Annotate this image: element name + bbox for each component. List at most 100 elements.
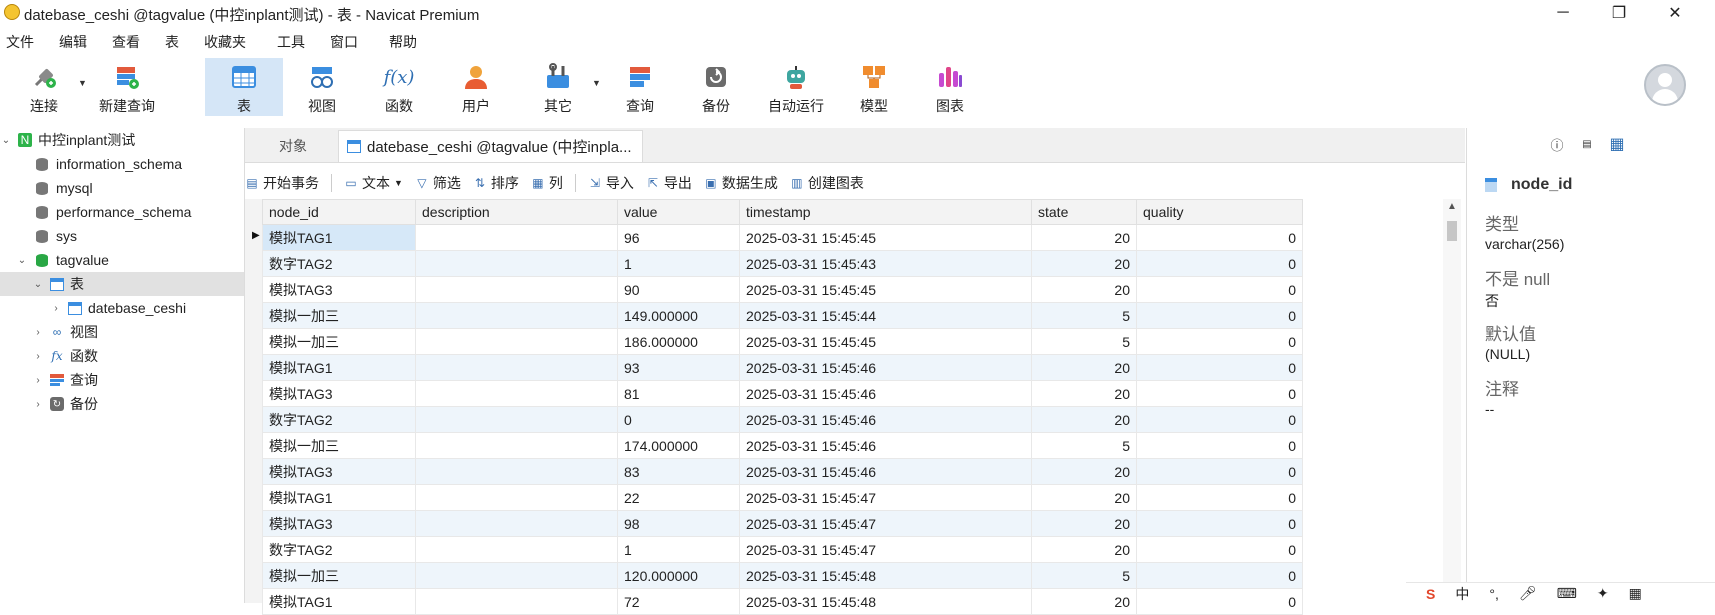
cell-node-id[interactable]: 模拟TAG1 xyxy=(262,224,416,251)
table-row[interactable]: 模拟一加三 120.000000 2025-03-31 15:45:48 5 0 xyxy=(262,562,1303,589)
cell-state[interactable]: 20 xyxy=(1031,276,1137,303)
cell-value[interactable]: 174.000000 xyxy=(617,432,740,459)
collapse-arrow-icon[interactable]: ⌄ xyxy=(32,279,44,290)
cell-state[interactable]: 5 xyxy=(1031,328,1137,355)
cell-description[interactable] xyxy=(415,406,618,433)
expand-arrow-icon[interactable]: › xyxy=(32,375,44,386)
cell-quality[interactable]: 0 xyxy=(1136,302,1303,329)
menu-file[interactable]: 文件 xyxy=(0,30,47,54)
query-button[interactable]: 查询 xyxy=(604,58,676,116)
cell-state[interactable]: 20 xyxy=(1031,354,1137,381)
tab-objects[interactable]: 对象 xyxy=(248,130,338,162)
sort-button[interactable]: ⇅ 排序 xyxy=(473,173,519,193)
cell-quality[interactable]: 0 xyxy=(1136,250,1303,277)
cell-description[interactable] xyxy=(415,536,618,563)
tree-queries[interactable]: › 查询 xyxy=(0,368,244,392)
connect-dropdown-icon[interactable]: ▼ xyxy=(78,78,87,88)
automation-button[interactable]: 自动运行 xyxy=(756,58,836,116)
create-chart-button[interactable]: ▥ 创建图表 xyxy=(790,173,864,193)
other-button[interactable]: 其它 xyxy=(522,58,594,116)
columns-button[interactable]: ▦ 列 xyxy=(531,173,563,193)
menu-table[interactable]: 表 xyxy=(153,30,192,54)
cell-value[interactable]: 186.000000 xyxy=(617,328,740,355)
cell-timestamp[interactable]: 2025-03-31 15:45:46 xyxy=(739,380,1032,407)
cell-node-id[interactable]: 模拟TAG1 xyxy=(262,354,416,381)
ime-mode-label[interactable]: 中 xyxy=(1455,584,1469,604)
menu-view[interactable]: 查看 xyxy=(100,30,153,54)
cell-timestamp[interactable]: 2025-03-31 15:45:47 xyxy=(739,536,1032,563)
import-button[interactable]: ⇲ 导入 xyxy=(588,173,634,193)
cell-value[interactable]: 120.000000 xyxy=(617,562,740,589)
data-generation-button[interactable]: ▣ 数据生成 xyxy=(704,173,778,193)
cell-node-id[interactable]: 模拟一加三 xyxy=(262,562,416,589)
table-row[interactable]: 模拟TAG1 96 2025-03-31 15:45:45 20 0 xyxy=(262,224,1303,251)
begin-transaction-button[interactable]: ▤ 开始事务 xyxy=(245,173,319,193)
tree-backups[interactable]: › ↻ 备份 xyxy=(0,392,244,416)
menu-favorites[interactable]: 收藏夹 xyxy=(192,30,259,54)
cell-value[interactable]: 90 xyxy=(617,276,740,303)
cell-quality[interactable]: 0 xyxy=(1136,562,1303,589)
table-row[interactable]: 模拟TAG3 83 2025-03-31 15:45:46 20 0 xyxy=(262,458,1303,485)
cell-description[interactable] xyxy=(415,484,618,511)
cell-description[interactable] xyxy=(415,224,618,251)
tree-table-datebase-ceshi[interactable]: › datebase_ceshi xyxy=(0,296,244,320)
connect-button[interactable]: 连接 xyxy=(8,58,80,116)
cell-timestamp[interactable]: 2025-03-31 15:45:44 xyxy=(739,302,1032,329)
skin-icon[interactable]: ✦ xyxy=(1597,585,1609,602)
cell-timestamp[interactable]: 2025-03-31 15:45:48 xyxy=(739,588,1032,615)
cell-description[interactable] xyxy=(415,380,618,407)
cell-description[interactable] xyxy=(415,354,618,381)
user-avatar[interactable] xyxy=(1644,64,1686,106)
cell-node-id[interactable]: 模拟一加三 xyxy=(262,328,416,355)
cell-state[interactable]: 20 xyxy=(1031,250,1137,277)
function-button[interactable]: f(x) 函数 xyxy=(363,58,435,116)
keyboard-icon[interactable]: ⌨ xyxy=(1557,585,1577,602)
cell-timestamp[interactable]: 2025-03-31 15:45:47 xyxy=(739,510,1032,537)
cell-quality[interactable]: 0 xyxy=(1136,354,1303,381)
menu-help[interactable]: 帮助 xyxy=(371,30,430,54)
menu-tools[interactable]: 工具 xyxy=(259,30,318,54)
punctuation-mode-label[interactable]: °, xyxy=(1489,586,1499,602)
table-row[interactable]: 模拟TAG3 90 2025-03-31 15:45:45 20 0 xyxy=(262,276,1303,303)
column-header-state[interactable]: state xyxy=(1031,199,1137,225)
table-row[interactable]: 数字TAG2 1 2025-03-31 15:45:47 20 0 xyxy=(262,536,1303,563)
tree-functions[interactable]: › fx 函数 xyxy=(0,344,244,368)
cell-quality[interactable]: 0 xyxy=(1136,510,1303,537)
menu-window[interactable]: 窗口 xyxy=(318,30,371,54)
cell-state[interactable]: 20 xyxy=(1031,484,1137,511)
cell-description[interactable] xyxy=(415,250,618,277)
cell-state[interactable]: 20 xyxy=(1031,588,1137,615)
tree-tables-group[interactable]: ⌄ 表 xyxy=(0,272,244,296)
cell-value[interactable]: 72 xyxy=(617,588,740,615)
cell-node-id[interactable]: 模拟TAG3 xyxy=(262,510,416,537)
cell-timestamp[interactable]: 2025-03-31 15:45:45 xyxy=(739,224,1032,251)
cell-description[interactable] xyxy=(415,510,618,537)
cell-timestamp[interactable]: 2025-03-31 15:45:45 xyxy=(739,276,1032,303)
table-row[interactable]: 模拟一加三 149.000000 2025-03-31 15:45:44 5 0 xyxy=(262,302,1303,329)
cell-quality[interactable]: 0 xyxy=(1136,484,1303,511)
cell-quality[interactable]: 0 xyxy=(1136,536,1303,563)
cell-node-id[interactable]: 模拟TAG1 xyxy=(262,484,416,511)
chart-button[interactable]: 图表 xyxy=(914,58,986,116)
cell-node-id[interactable]: 数字TAG2 xyxy=(262,536,416,563)
cell-quality[interactable]: 0 xyxy=(1136,328,1303,355)
cell-value[interactable]: 1 xyxy=(617,250,740,277)
cell-timestamp[interactable]: 2025-03-31 15:45:43 xyxy=(739,250,1032,277)
ddl-icon[interactable]: ▤ xyxy=(1579,136,1595,152)
cell-state[interactable]: 5 xyxy=(1031,302,1137,329)
tree-db-mysql[interactable]: mysql xyxy=(0,176,244,200)
cell-node-id[interactable]: 数字TAG2 xyxy=(262,250,416,277)
cell-quality[interactable]: 0 xyxy=(1136,458,1303,485)
cell-node-id[interactable]: 模拟一加三 xyxy=(262,432,416,459)
view-button[interactable]: 视图 xyxy=(286,58,358,116)
cell-timestamp[interactable]: 2025-03-31 15:45:46 xyxy=(739,458,1032,485)
table-row[interactable]: 模拟一加三 186.000000 2025-03-31 15:45:45 5 0 xyxy=(262,328,1303,355)
cell-value[interactable]: 22 xyxy=(617,484,740,511)
backup-button[interactable]: 备份 xyxy=(680,58,752,116)
table-row[interactable]: 数字TAG2 1 2025-03-31 15:45:43 20 0 xyxy=(262,250,1303,277)
tree-db-tagvalue[interactable]: ⌄ tagvalue xyxy=(0,248,244,272)
cell-value[interactable]: 1 xyxy=(617,536,740,563)
cell-quality[interactable]: 0 xyxy=(1136,380,1303,407)
table-row[interactable]: 模拟TAG1 72 2025-03-31 15:45:48 20 0 xyxy=(262,588,1303,615)
cell-node-id[interactable]: 模拟TAG3 xyxy=(262,380,416,407)
